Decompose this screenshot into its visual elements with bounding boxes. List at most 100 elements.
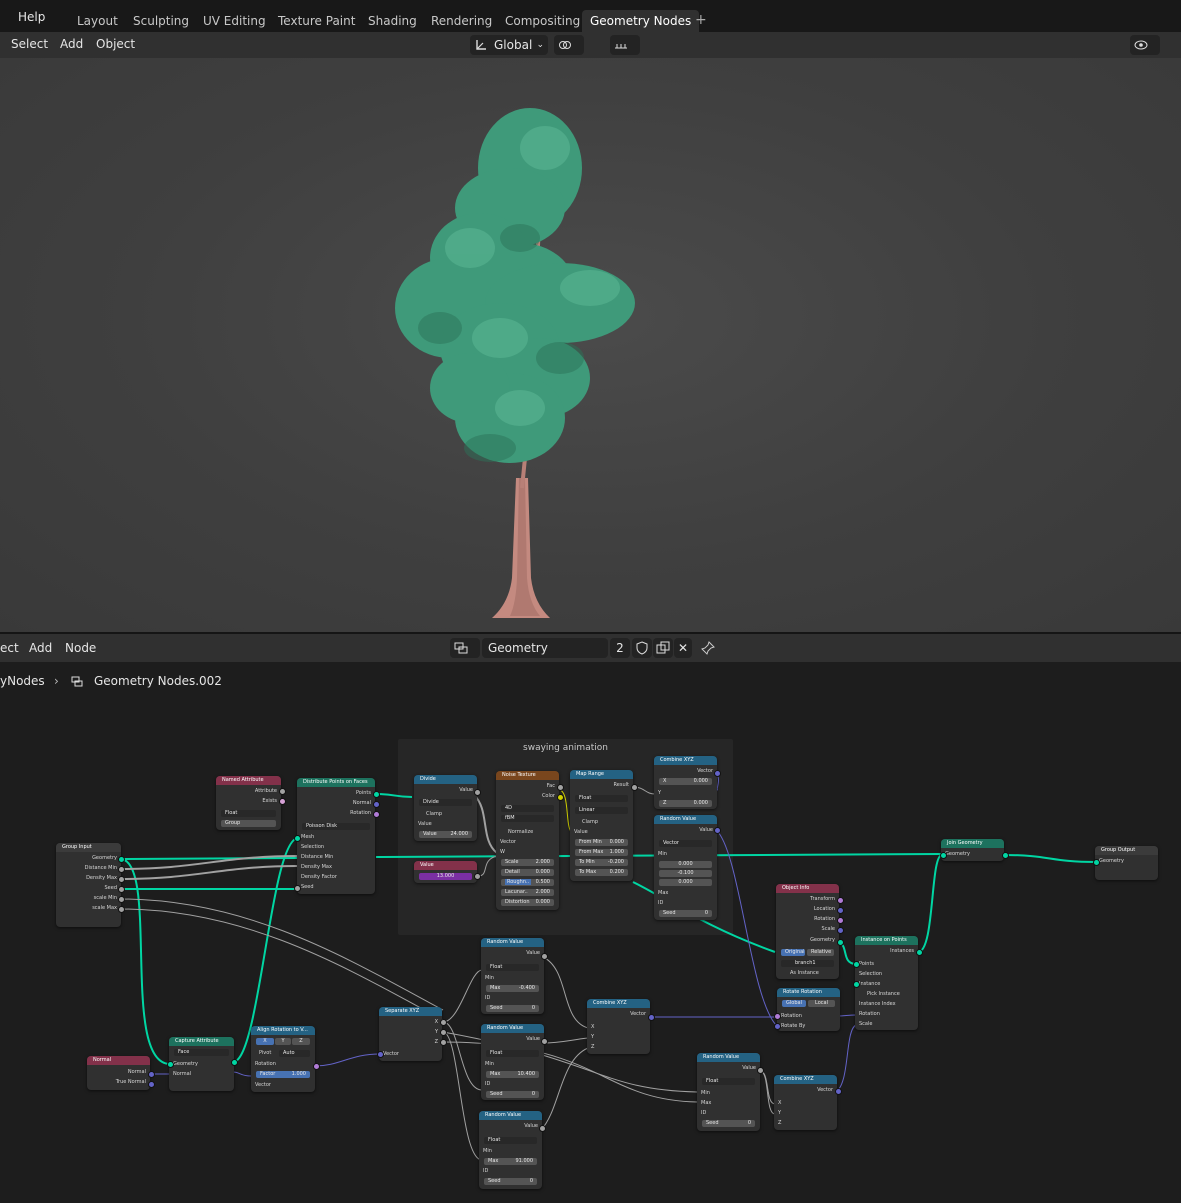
node-map-range[interactable]: Map Range Result Float Linear Clamp Valu… xyxy=(570,770,633,881)
min-z-field[interactable]: 0.000 xyxy=(659,879,712,886)
interpolation-dropdown[interactable]: Linear xyxy=(575,807,628,814)
socket[interactable] xyxy=(167,1061,174,1068)
min-y-field[interactable]: -0.100 xyxy=(659,870,712,877)
node-noise-texture[interactable]: Noise Texture Fac Color 4D fBM Normalize… xyxy=(496,771,559,910)
detail-field[interactable]: Detail 0.000 xyxy=(501,869,554,876)
socket[interactable] xyxy=(294,835,301,842)
socket[interactable] xyxy=(714,770,721,777)
type-dropdown[interactable]: Float xyxy=(575,795,628,802)
clamp-checkbox[interactable]: Clamp xyxy=(574,818,629,826)
socket[interactable] xyxy=(837,897,844,904)
pick-instance-checkbox[interactable]: Pick Instance xyxy=(859,990,914,998)
socket[interactable] xyxy=(835,1088,842,1095)
node-random-value-3[interactable]: Random Value Value Float Min Max 91.000 I… xyxy=(479,1111,542,1189)
max-field[interactable]: Max -0.400 xyxy=(486,985,539,992)
as-instance-checkbox[interactable]: As Instance xyxy=(780,969,835,977)
socket[interactable] xyxy=(631,784,638,791)
socket[interactable] xyxy=(373,791,380,798)
socket[interactable] xyxy=(853,981,860,988)
socket[interactable] xyxy=(440,1029,447,1036)
type-dropdown[interactable]: Vector xyxy=(659,840,712,847)
socket[interactable] xyxy=(557,794,564,801)
socket[interactable] xyxy=(118,906,125,913)
node-combine-xyz-top[interactable]: Combine XYZ Vector X 0.000 Y Z 0.000 xyxy=(654,756,717,809)
seed-field[interactable]: Seed 0 xyxy=(484,1178,537,1185)
socket[interactable] xyxy=(440,1019,447,1026)
socket[interactable] xyxy=(853,961,860,968)
socket[interactable] xyxy=(377,1051,384,1058)
max-field[interactable]: Max 10.400 xyxy=(486,1071,539,1078)
node-separate-xyz[interactable]: Separate XYZ X Y Z Vector xyxy=(379,1007,442,1061)
node-random-value-vector[interactable]: Random Value Value Vector Min 0.000 -0.1… xyxy=(654,815,717,920)
lacunarity-field[interactable]: Lacunar.. 2.000 xyxy=(501,889,554,896)
seed-field[interactable]: Seed 0 xyxy=(486,1005,539,1012)
x-field[interactable]: X 0.000 xyxy=(659,778,712,785)
node-normal[interactable]: Normal Normal True Normal xyxy=(87,1056,150,1090)
node-group-output[interactable]: Group Output Geometry xyxy=(1095,846,1158,880)
socket[interactable] xyxy=(648,1014,655,1021)
roughness-field[interactable]: Roughn.. 0.500 xyxy=(501,879,554,886)
socket[interactable] xyxy=(373,811,380,818)
node-align-rotation[interactable]: Align Rotation to V... X Y Z Pivot Auto … xyxy=(251,1026,315,1092)
node-object-info[interactable]: Object Info Transform Location Rotation … xyxy=(776,884,839,979)
node-divide[interactable]: Divide Value Divide Clamp Value Value 24.… xyxy=(414,775,477,841)
type-dropdown[interactable]: Float xyxy=(486,1050,539,1057)
socket[interactable] xyxy=(837,907,844,914)
to-max-field[interactable]: To Max 0.200 xyxy=(575,869,628,876)
seed-field[interactable]: Seed 0 xyxy=(702,1120,755,1127)
value-field[interactable]: 13.000 xyxy=(419,873,472,880)
socket[interactable] xyxy=(837,917,844,924)
to-min-field[interactable]: To Min -0.200 xyxy=(575,859,628,866)
socket[interactable] xyxy=(940,852,947,859)
distortion-field[interactable]: Distortion 0.000 xyxy=(501,899,554,906)
original-toggle[interactable]: Original xyxy=(781,949,805,956)
socket[interactable] xyxy=(313,1063,320,1070)
seed-field[interactable]: Seed 0 xyxy=(486,1091,539,1098)
seed-field[interactable]: Seed 0 xyxy=(659,910,712,917)
socket[interactable] xyxy=(774,1013,781,1020)
type-dropdown[interactable]: Float xyxy=(702,1078,755,1085)
socket[interactable] xyxy=(474,789,481,796)
node-random-value-1[interactable]: Random Value Value Float Min Max -0.400 I… xyxy=(481,938,544,1014)
socket[interactable] xyxy=(440,1039,447,1046)
socket[interactable] xyxy=(279,798,286,805)
local-toggle[interactable]: Local xyxy=(808,1000,835,1007)
socket[interactable] xyxy=(757,1067,764,1074)
node-join-geometry[interactable]: Join Geometry Geometry xyxy=(941,839,1004,861)
socket[interactable] xyxy=(916,949,923,956)
socket[interactable] xyxy=(837,939,844,946)
from-min-field[interactable]: From Min 0.000 xyxy=(575,839,628,846)
object-field[interactable]: branch1 xyxy=(781,960,834,967)
node-named-attribute[interactable]: Named Attribute Attribute Exists Float G… xyxy=(216,776,281,830)
node-rotate-rotation[interactable]: Rotate Rotation Global Local Rotation Ro… xyxy=(777,988,840,1031)
node-value[interactable]: Value 13.000 xyxy=(414,861,477,883)
dimension-dropdown[interactable]: 4D xyxy=(501,805,554,812)
socket[interactable] xyxy=(279,788,286,795)
type-dropdown[interactable]: Float xyxy=(484,1137,537,1144)
pivot-dropdown[interactable]: Auto xyxy=(279,1050,310,1057)
socket[interactable] xyxy=(118,856,125,863)
socket[interactable] xyxy=(373,801,380,808)
socket[interactable] xyxy=(148,1071,155,1078)
node-group-input[interactable]: Group Input Geometry Distance Min Densit… xyxy=(56,843,121,927)
method-dropdown[interactable]: Poisson Disk xyxy=(302,823,370,830)
value-field[interactable]: Value 24.000 xyxy=(419,831,472,838)
socket[interactable] xyxy=(118,866,125,873)
max-field[interactable]: Max 91.000 xyxy=(484,1158,537,1165)
node-combine-xyz-low[interactable]: Combine XYZ Vector X Y Z xyxy=(774,1075,837,1130)
socket[interactable] xyxy=(541,953,548,960)
socket[interactable] xyxy=(557,784,564,791)
socket[interactable] xyxy=(1093,859,1100,866)
socket[interactable] xyxy=(714,827,721,834)
clamp-checkbox[interactable]: Clamp xyxy=(418,810,473,818)
type-dropdown[interactable]: fBM xyxy=(501,815,554,822)
min-x-field[interactable]: 0.000 xyxy=(659,861,712,868)
socket[interactable] xyxy=(148,1081,155,1088)
axis-z-toggle[interactable]: Z xyxy=(292,1038,310,1045)
axis-y-toggle[interactable]: Y xyxy=(275,1038,291,1045)
node-capture-attribute[interactable]: Capture Attribute Face Geometry Normal xyxy=(169,1037,234,1091)
socket[interactable] xyxy=(837,927,844,934)
name-field[interactable]: Group xyxy=(221,820,276,827)
operation-dropdown[interactable]: Divide xyxy=(419,799,472,806)
socket[interactable] xyxy=(118,896,125,903)
